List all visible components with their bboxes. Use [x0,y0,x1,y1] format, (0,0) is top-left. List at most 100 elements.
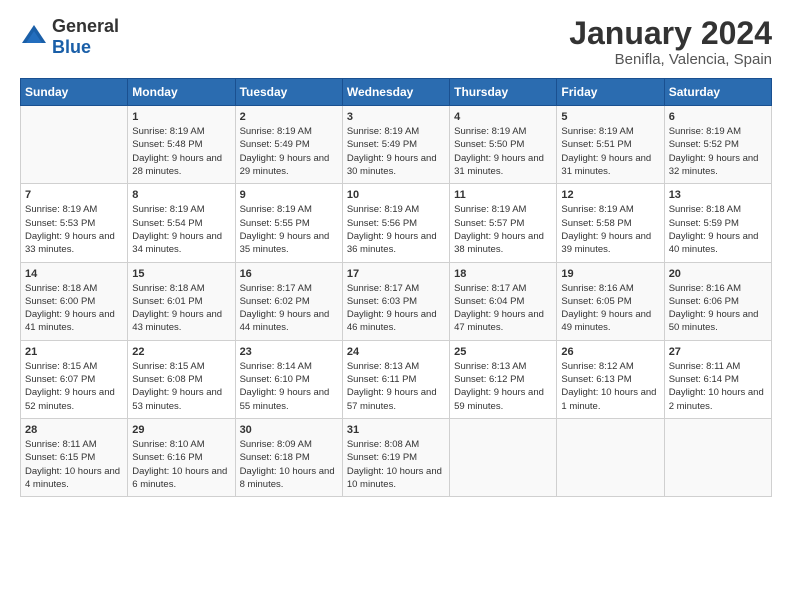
logo-blue: Blue [52,37,91,57]
day-number: 19 [561,268,659,280]
calendar-cell: 25 Sunrise: 8:13 AMSunset: 6:12 PMDayligh… [450,340,557,418]
calendar-cell: 13Sunrise: 8:18 AMSunset: 5:59 PMDayligh… [664,184,771,262]
col-thursday: Thursday [450,79,557,106]
day-number: 31 [347,424,445,436]
cell-content: Sunrise: 8:19 AMSunset: 5:49 PMDaylight:… [240,125,338,178]
day-number: 18 [454,268,552,280]
cell-content: Sunrise: 8:18 AMSunset: 5:59 PMDaylight:… [669,203,767,256]
day-number: 20 [669,268,767,280]
calendar-cell: 16Sunrise: 8:17 AMSunset: 6:02 PMDayligh… [235,262,342,340]
col-sunday: Sunday [21,79,128,106]
page: General Blue January 2024 Benifla, Valen… [0,0,792,612]
cell-content: Sunrise: 8:11 AMSunset: 6:14 PMDaylight:… [669,360,767,413]
day-number: 11 [454,189,552,201]
cell-content: Sunrise: 8:13 AMSunset: 6:12 PMDaylight:… [454,360,552,413]
calendar-cell: 19 Sunrise: 8:16 AMSunset: 6:05 PMDayligh… [557,262,664,340]
page-title: January 2024 [569,16,772,51]
day-number: 6 [669,111,767,123]
header: General Blue January 2024 Benifla, Valen… [20,16,772,68]
calendar-cell [557,418,664,496]
day-number: 9 [240,189,338,201]
day-number: 17 [347,268,445,280]
cell-content: Sunrise: 8:18 AMSunset: 6:01 PMDaylight:… [132,282,230,335]
day-number: 29 [132,424,230,436]
cell-content: Sunrise: 8:19 AMSunset: 5:49 PMDaylight:… [347,125,445,178]
calendar-cell: 23 Sunrise: 8:14 AMSunset: 6:10 PMDayligh… [235,340,342,418]
calendar-cell: 10 Sunrise: 8:19 AMSunset: 5:56 PMDayligh… [342,184,449,262]
calendar-cell: 6 Sunrise: 8:19 AMSunset: 5:52 PMDaylight… [664,106,771,184]
title-block: January 2024 Benifla, Valencia, Spain [569,16,772,68]
col-monday: Monday [128,79,235,106]
calendar-cell: 7 Sunrise: 8:19 AMSunset: 5:53 PMDaylight… [21,184,128,262]
cell-content: Sunrise: 8:10 AMSunset: 6:16 PMDaylight:… [132,438,230,491]
cell-content: Sunrise: 8:18 AMSunset: 6:00 PMDaylight:… [25,282,123,335]
calendar-week-row: 21Sunrise: 8:15 AMSunset: 6:07 PMDayligh… [21,340,772,418]
calendar-cell: 11 Sunrise: 8:19 AMSunset: 5:57 PMDayligh… [450,184,557,262]
cell-content: Sunrise: 8:19 AMSunset: 5:56 PMDaylight:… [347,203,445,256]
cell-content: Sunrise: 8:19 AMSunset: 5:57 PMDaylight:… [454,203,552,256]
day-number: 7 [25,189,123,201]
calendar-cell: 22Sunrise: 8:15 AMSunset: 6:08 PMDayligh… [128,340,235,418]
day-number: 3 [347,111,445,123]
cell-content: Sunrise: 8:17 AMSunset: 6:04 PMDaylight:… [454,282,552,335]
day-number: 28 [25,424,123,436]
day-number: 14 [25,268,123,280]
day-number: 12 [561,189,659,201]
cell-content: Sunrise: 8:11 AMSunset: 6:15 PMDaylight:… [25,438,123,491]
calendar-cell: 5Sunrise: 8:19 AMSunset: 5:51 PMDaylight… [557,106,664,184]
calendar-cell: 9 Sunrise: 8:19 AMSunset: 5:55 PMDaylight… [235,184,342,262]
calendar-cell: 30Sunrise: 8:09 AMSunset: 6:18 PMDayligh… [235,418,342,496]
calendar-week-row: 28 Sunrise: 8:11 AMSunset: 6:15 PMDayligh… [21,418,772,496]
day-number: 8 [132,189,230,201]
col-tuesday: Tuesday [235,79,342,106]
calendar-week-row: 14 Sunrise: 8:18 AMSunset: 6:00 PMDayligh… [21,262,772,340]
cell-content: Sunrise: 8:12 AMSunset: 6:13 PMDaylight:… [561,360,659,413]
day-number: 10 [347,189,445,201]
calendar-week-row: 7 Sunrise: 8:19 AMSunset: 5:53 PMDaylight… [21,184,772,262]
day-number: 2 [240,111,338,123]
cell-content: Sunrise: 8:19 AMSunset: 5:53 PMDaylight:… [25,203,123,256]
day-number: 4 [454,111,552,123]
calendar-cell: 14 Sunrise: 8:18 AMSunset: 6:00 PMDayligh… [21,262,128,340]
cell-content: Sunrise: 8:16 AMSunset: 6:05 PMDaylight:… [561,282,659,335]
cell-content: Sunrise: 8:19 AMSunset: 5:54 PMDaylight:… [132,203,230,256]
logo: General Blue [20,16,119,58]
calendar-cell: 15Sunrise: 8:18 AMSunset: 6:01 PMDayligh… [128,262,235,340]
cell-content: Sunrise: 8:17 AMSunset: 6:02 PMDaylight:… [240,282,338,335]
calendar-cell: 26 Sunrise: 8:12 AMSunset: 6:13 PMDayligh… [557,340,664,418]
calendar-cell: 20Sunrise: 8:16 AMSunset: 6:06 PMDayligh… [664,262,771,340]
day-number: 26 [561,346,659,358]
calendar-cell: 27 Sunrise: 8:11 AMSunset: 6:14 PMDayligh… [664,340,771,418]
cell-content: Sunrise: 8:14 AMSunset: 6:10 PMDaylight:… [240,360,338,413]
calendar-cell [664,418,771,496]
calendar-table: Sunday Monday Tuesday Wednesday Thursday… [20,78,772,497]
day-number: 5 [561,111,659,123]
col-friday: Friday [557,79,664,106]
cell-content: Sunrise: 8:19 AMSunset: 5:58 PMDaylight:… [561,203,659,256]
cell-content: Sunrise: 8:13 AMSunset: 6:11 PMDaylight:… [347,360,445,413]
cell-content: Sunrise: 8:15 AMSunset: 6:07 PMDaylight:… [25,360,123,413]
day-number: 25 [454,346,552,358]
calendar-cell: 2 Sunrise: 8:19 AMSunset: 5:49 PMDaylight… [235,106,342,184]
calendar-cell: 18 Sunrise: 8:17 AMSunset: 6:04 PMDayligh… [450,262,557,340]
day-number: 1 [132,111,230,123]
cell-content: Sunrise: 8:19 AMSunset: 5:55 PMDaylight:… [240,203,338,256]
calendar-cell: 31Sunrise: 8:08 AMSunset: 6:19 PMDayligh… [342,418,449,496]
calendar-cell: 28 Sunrise: 8:11 AMSunset: 6:15 PMDayligh… [21,418,128,496]
calendar-cell: 29 Sunrise: 8:10 AMSunset: 6:16 PMDayligh… [128,418,235,496]
cell-content: Sunrise: 8:19 AMSunset: 5:50 PMDaylight:… [454,125,552,178]
calendar-cell: 3 Sunrise: 8:19 AMSunset: 5:49 PMDaylight… [342,106,449,184]
calendar-week-row: 1Sunrise: 8:19 AMSunset: 5:48 PMDaylight… [21,106,772,184]
calendar-cell: 21Sunrise: 8:15 AMSunset: 6:07 PMDayligh… [21,340,128,418]
calendar-cell [21,106,128,184]
day-number: 24 [347,346,445,358]
day-number: 27 [669,346,767,358]
col-saturday: Saturday [664,79,771,106]
col-wednesday: Wednesday [342,79,449,106]
cell-content: Sunrise: 8:19 AMSunset: 5:52 PMDaylight:… [669,125,767,178]
cell-content: Sunrise: 8:15 AMSunset: 6:08 PMDaylight:… [132,360,230,413]
calendar-cell: 17Sunrise: 8:17 AMSunset: 6:03 PMDayligh… [342,262,449,340]
day-number: 23 [240,346,338,358]
logo-text: General Blue [52,16,119,58]
calendar-cell: 1Sunrise: 8:19 AMSunset: 5:48 PMDaylight… [128,106,235,184]
